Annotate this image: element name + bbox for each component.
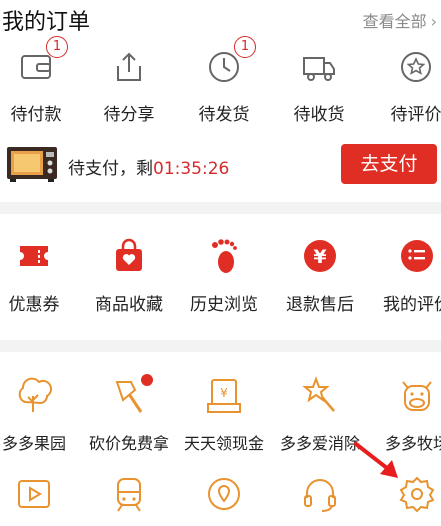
- cow-icon: [402, 381, 432, 411]
- services-row: 优惠券 商品收藏 历史浏览 ¥ 退款售后 我的评: [0, 238, 441, 328]
- settings-button[interactable]: [369, 474, 441, 518]
- service-train[interactable]: [81, 474, 177, 518]
- section-divider: [0, 340, 441, 352]
- coupon-icon: [20, 246, 48, 266]
- wallet-icon: [21, 55, 51, 79]
- service-customer-support[interactable]: [272, 474, 368, 518]
- service-history[interactable]: 历史浏览: [176, 238, 272, 318]
- order-pending-payment[interactable]: 1 待付款: [0, 36, 76, 125]
- star-wand-icon: [302, 376, 335, 412]
- pending-payment-text: 待支付，剩01:35:26: [68, 154, 229, 179]
- order-pending-receive[interactable]: 待收货: [279, 44, 359, 125]
- settings-gear-icon: [399, 476, 435, 513]
- more-services-row: [0, 474, 441, 526]
- order-pending-review[interactable]: 待评价: [376, 44, 441, 125]
- service-location[interactable]: [176, 474, 272, 518]
- view-all-label: 查看全部: [362, 12, 427, 31]
- pending-payment-label: 待支付，剩: [68, 159, 153, 179]
- service-favorites[interactable]: 商品收藏: [81, 238, 177, 318]
- service-label: 我的评价: [383, 295, 441, 315]
- service-video[interactable]: [0, 474, 82, 518]
- service-my-reviews[interactable]: 我的评价: [369, 238, 441, 318]
- svg-text:¥: ¥: [313, 246, 326, 268]
- view-all-link[interactable]: 查看全部 ›: [363, 8, 437, 32]
- badge: 1: [46, 36, 68, 58]
- chevron-right-icon: ›: [430, 12, 437, 31]
- order-status-row: 1 待付款 待分享 1 待发货 待收货 待评价: [0, 36, 441, 125]
- location-pin-icon: [208, 478, 240, 510]
- annotation-arrow: [354, 442, 398, 478]
- product-thumbnail: [7, 147, 57, 182]
- orders-header: 我的订单 查看全部 ›: [0, 0, 441, 40]
- notification-dot: [141, 374, 153, 386]
- order-pending-share[interactable]: 待分享: [89, 44, 169, 125]
- favorite-bag-icon: [116, 238, 142, 271]
- truck-icon: [303, 57, 335, 81]
- review-icon: [401, 52, 431, 82]
- svg-text:¥: ¥: [220, 386, 228, 400]
- service-refund[interactable]: ¥ 退款售后: [272, 238, 368, 318]
- train-icon: [117, 478, 141, 512]
- order-pending-ship[interactable]: 1 待发货: [184, 36, 264, 125]
- badge: 1: [234, 36, 256, 58]
- order-label: 待发货: [198, 105, 250, 125]
- cash-yen-icon: ¥: [207, 379, 241, 413]
- my-reviews-icon: [401, 240, 433, 272]
- pending-payment-bar[interactable]: 待支付，剩01:35:26 去支付: [0, 142, 441, 188]
- order-label: 待评价: [390, 105, 441, 125]
- refund-yen-icon: ¥: [304, 240, 336, 272]
- countdown-timer: 01:35:26: [153, 159, 230, 179]
- order-label: 待分享: [103, 105, 155, 125]
- order-label: 待付款: [10, 105, 62, 125]
- order-label: 待收货: [293, 105, 345, 125]
- pay-now-button[interactable]: 去支付: [341, 144, 437, 184]
- clock-icon: [209, 52, 239, 82]
- video-play-icon: [18, 480, 50, 508]
- service-coupons[interactable]: 优惠券: [0, 238, 82, 318]
- footprint-icon: [212, 239, 237, 273]
- page-title: 我的订单: [2, 10, 91, 35]
- section-divider: [0, 202, 441, 214]
- headset-icon: [304, 479, 336, 512]
- tree-icon: [18, 377, 53, 412]
- share-icon: [117, 52, 141, 81]
